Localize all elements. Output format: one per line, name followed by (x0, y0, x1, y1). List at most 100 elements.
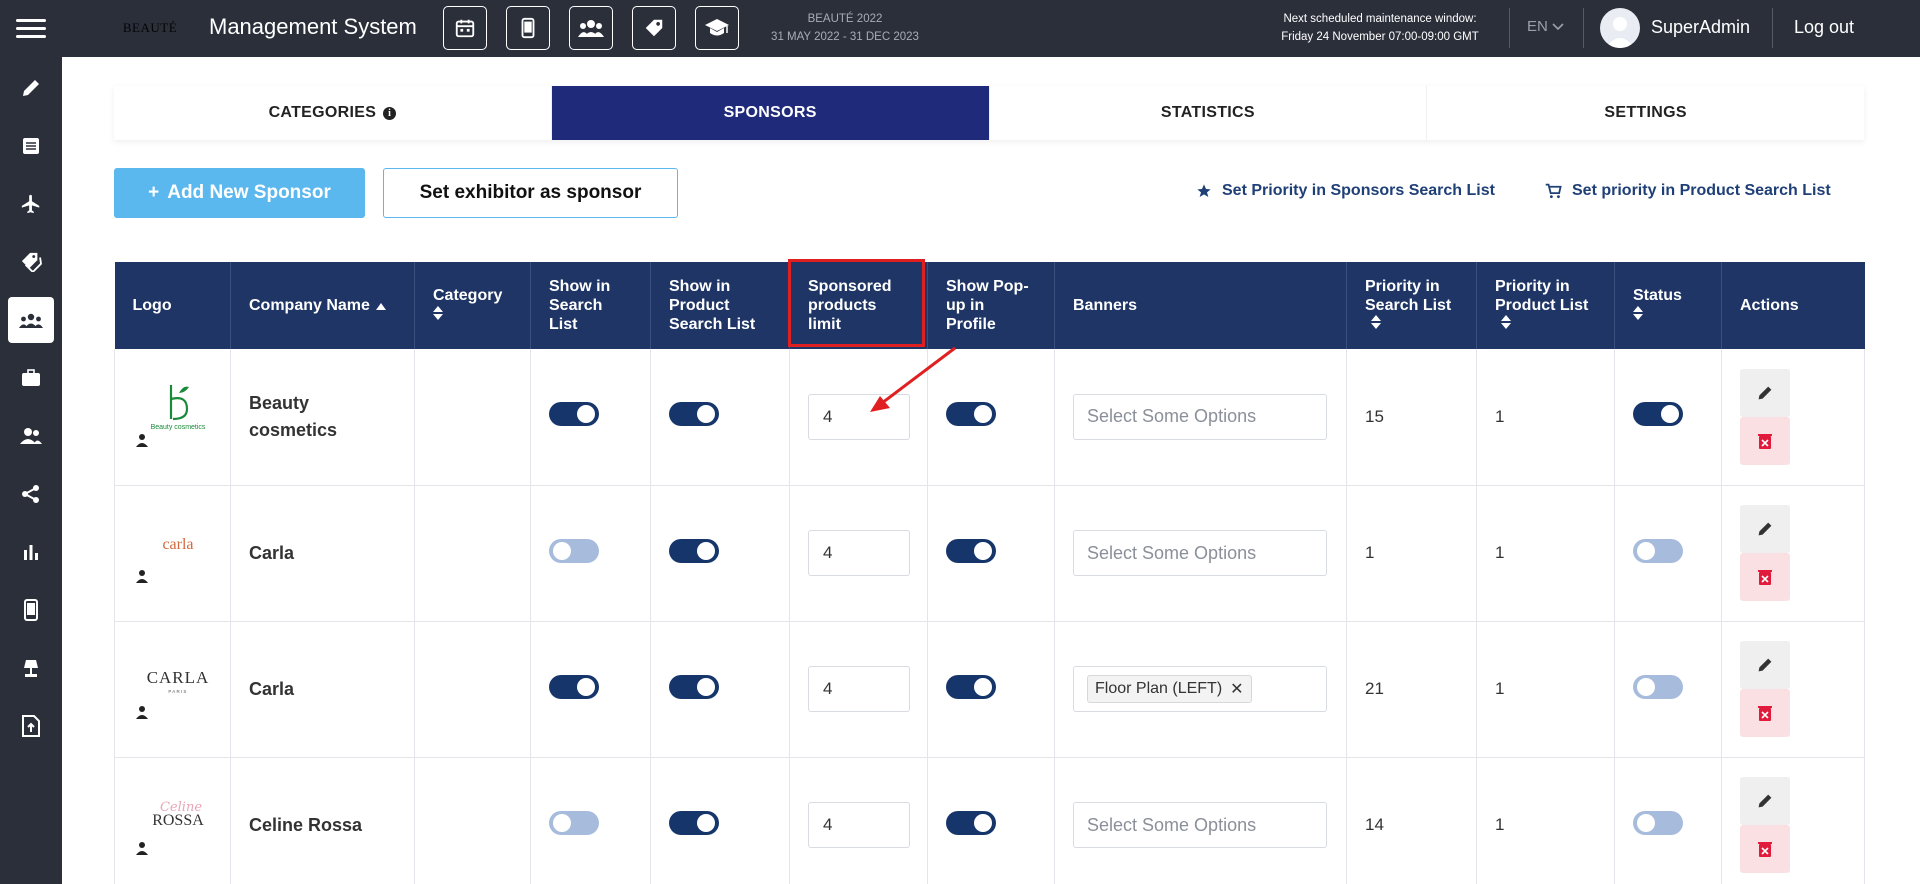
star-icon (1197, 184, 1211, 197)
remove-chip-icon[interactable]: ✕ (1230, 679, 1243, 699)
edit-button[interactable] (1740, 505, 1790, 553)
sidebar-item-sponsors[interactable] (8, 297, 54, 343)
user-icon[interactable] (135, 569, 149, 583)
avatar[interactable] (1600, 8, 1640, 48)
users-icon (20, 428, 42, 444)
column-priority-in-search-list[interactable]: Priority in Search List (1346, 262, 1477, 349)
column-category[interactable]: Category (414, 262, 531, 349)
sort-icon[interactable] (1371, 315, 1381, 334)
status-toggle[interactable] (1633, 538, 1683, 563)
trash-icon (1758, 842, 1772, 857)
table-header-row: Logo Company Name Category Show in Searc… (114, 262, 1865, 349)
users-button[interactable] (569, 6, 613, 50)
sponsored-limit-input[interactable] (808, 530, 910, 576)
sidebar-item-booths[interactable] (8, 645, 54, 691)
sort-icon[interactable] (1501, 315, 1511, 334)
banners-select[interactable]: Select Some Options (1073, 530, 1327, 576)
show-in-product-search-toggle[interactable] (669, 402, 719, 427)
plus-icon: + (148, 182, 160, 203)
sidebar-item-share[interactable] (8, 471, 54, 517)
delete-button[interactable] (1740, 825, 1790, 873)
tags-button[interactable] (632, 6, 676, 50)
show-popup-toggle[interactable] (946, 538, 996, 563)
user-icon[interactable] (135, 705, 149, 719)
show-in-product-search-toggle[interactable] (669, 674, 719, 699)
pencil-icon (23, 80, 39, 96)
edit-button[interactable] (1740, 368, 1790, 417)
brand-logo-text: BEAUTÉ (122, 20, 178, 35)
show-popup-toggle[interactable] (946, 402, 996, 427)
logo-cell: carla (114, 485, 231, 621)
column-logo: Logo (114, 262, 231, 349)
show-in-search-toggle[interactable] (549, 674, 599, 699)
show-popup-toggle[interactable] (946, 810, 996, 835)
language-select[interactable]: EN (1527, 18, 1564, 35)
tab-categories[interactable]: CATEGORIES i (114, 86, 552, 140)
column-status[interactable]: Status (1614, 262, 1722, 349)
tab-settings[interactable]: SETTINGS (1427, 86, 1864, 140)
add-new-sponsor-button[interactable]: + Add New Sponsor (114, 168, 365, 218)
sort-icon[interactable] (433, 305, 443, 325)
sidebar-item-exhibitors[interactable] (8, 355, 54, 401)
sidebar (0, 57, 62, 884)
tab-statistics[interactable]: STATISTICS (990, 86, 1428, 140)
sort-icon[interactable] (1633, 305, 1643, 325)
delete-button[interactable] (1740, 553, 1790, 601)
show-in-product-search-toggle[interactable] (669, 810, 719, 835)
status-toggle[interactable] (1633, 810, 1683, 835)
sort-asc-icon[interactable] (375, 296, 386, 315)
set-priority-products-label: Set priority in Product Search List (1572, 182, 1831, 199)
show-popup-toggle[interactable] (946, 674, 996, 699)
sidebar-item-users[interactable] (8, 413, 54, 459)
file-upload-icon (22, 715, 40, 737)
calendar-button[interactable] (443, 6, 487, 50)
banners-select[interactable]: Select Some Options (1073, 393, 1327, 440)
column-priority-in-product-list[interactable]: Priority in Product List (1476, 262, 1615, 349)
language-value: EN (1527, 18, 1548, 35)
status-toggle[interactable] (1633, 402, 1683, 427)
sponsored-limit-input[interactable] (808, 666, 910, 712)
tab-sponsors[interactable]: SPONSORS (551, 86, 990, 140)
mobile-app-button[interactable] (506, 6, 550, 50)
delete-button[interactable] (1740, 689, 1790, 737)
logo-cell: Celine ROSSA (114, 757, 231, 884)
company-name-cell: Beauty cosmetics (230, 349, 415, 485)
set-exhibitor-as-sponsor-button[interactable]: Set exhibitor as sponsor (383, 168, 678, 218)
column-company-name[interactable]: Company Name (230, 262, 415, 349)
logout-button[interactable]: Log out (1794, 17, 1854, 38)
edit-button[interactable] (1740, 777, 1790, 825)
menu-button[interactable] (0, 0, 62, 57)
sponsored-limit-input[interactable] (808, 393, 910, 440)
user-icon[interactable] (135, 433, 149, 447)
sidebar-item-statistics[interactable] (8, 529, 54, 575)
set-priority-products-link[interactable]: Set priority in Product Search List (1545, 182, 1831, 200)
banners-select[interactable]: Floor Plan (LEFT) ✕ (1073, 666, 1327, 712)
banners-select[interactable]: Select Some Options (1073, 802, 1327, 848)
user-icon[interactable] (135, 841, 149, 855)
edit-button[interactable] (1740, 641, 1790, 689)
set-priority-sponsors-link[interactable]: Set Priority in Sponsors Search List (1196, 182, 1495, 200)
priority-product-value: 1 (1495, 679, 1505, 698)
delete-button[interactable] (1740, 416, 1790, 465)
top-quick-links (443, 6, 739, 50)
sidebar-item-import[interactable] (8, 703, 54, 749)
user-name[interactable]: SuperAdmin (1651, 17, 1750, 38)
education-button[interactable] (695, 6, 739, 50)
show-in-product-search-toggle[interactable] (669, 538, 719, 563)
sidebar-item-tags[interactable] (8, 239, 54, 285)
sponsors-table: Logo Company Name Category Show in Searc… (114, 262, 1865, 884)
status-toggle[interactable] (1633, 674, 1683, 699)
mobile-icon (521, 17, 535, 39)
show-in-search-toggle[interactable] (549, 810, 599, 835)
sidebar-item-list[interactable] (8, 123, 54, 169)
sponsored-limit-input[interactable] (808, 802, 910, 848)
calendar-icon (455, 19, 475, 38)
sidebar-item-edit[interactable] (8, 65, 54, 111)
pencil-icon (1758, 658, 1772, 672)
info-icon[interactable]: i (383, 106, 397, 120)
column-sponsored-products-limit: Sponsored products limit (789, 262, 928, 349)
show-in-search-toggle[interactable] (549, 538, 599, 563)
sidebar-item-mobile[interactable] (8, 587, 54, 633)
sidebar-item-travel[interactable] (8, 181, 54, 227)
show-in-search-toggle[interactable] (549, 402, 599, 427)
